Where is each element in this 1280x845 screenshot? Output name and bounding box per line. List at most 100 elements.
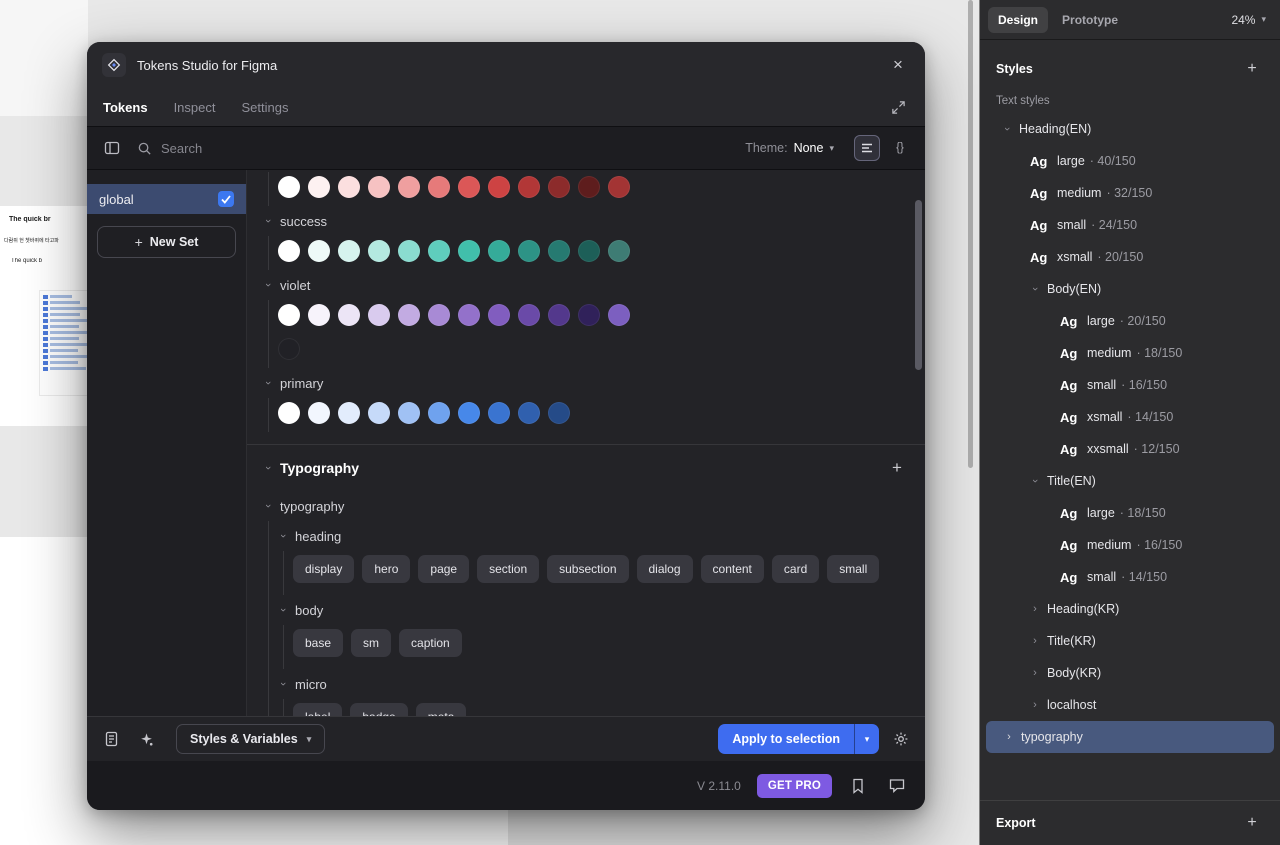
style-group-row[interactable]: › Title(EN) [980,465,1280,497]
document-icon[interactable] [98,726,124,752]
chevron-right-icon[interactable]: › [1030,603,1040,615]
color-swatch[interactable] [308,304,330,326]
token-group-header[interactable]: › success [262,206,909,236]
token-group-header[interactable]: › heading [277,521,909,551]
sparkle-icon[interactable] [133,726,159,752]
tab-inspect[interactable]: Inspect [174,100,216,115]
color-swatch[interactable] [338,240,360,262]
color-swatch[interactable] [338,304,360,326]
scrollbar[interactable] [915,200,922,370]
color-swatch[interactable] [488,240,510,262]
color-swatch[interactable] [368,176,390,198]
tab-prototype[interactable]: Prototype [1052,7,1128,33]
color-swatch[interactable] [278,176,300,198]
add-style-icon[interactable]: + [1240,57,1264,81]
token-chip[interactable]: caption [399,629,462,657]
text-style-row[interactable]: Ag medium · 32/150 [980,177,1280,209]
text-style-row[interactable]: Ag xsmall · 20/150 [980,241,1280,273]
style-group-row[interactable]: › typography [986,721,1274,753]
text-style-row[interactable]: Ag large · 18/150 [980,497,1280,529]
tab-design[interactable]: Design [988,6,1049,33]
color-swatch[interactable] [608,240,630,262]
color-swatch[interactable] [278,240,300,262]
typography-group-header[interactable]: › typography [262,491,909,521]
token-group-header[interactable]: › violet [262,270,909,300]
style-group-row[interactable]: › Title(KR) [980,625,1280,657]
add-export-icon[interactable]: + [1240,811,1264,835]
token-chip[interactable]: label [293,703,343,716]
color-swatch[interactable] [338,176,360,198]
color-swatch[interactable] [578,176,600,198]
chevron-down-icon[interactable]: › [1029,476,1041,486]
token-chip[interactable]: base [293,629,344,657]
token-chip[interactable]: hero [362,555,411,583]
color-swatch[interactable] [278,338,300,360]
color-swatch[interactable] [548,304,570,326]
chevron-down-icon[interactable]: › [1001,124,1013,134]
token-chip[interactable]: badge [350,703,408,716]
token-set-item[interactable]: global [87,184,246,214]
color-swatch[interactable] [488,176,510,198]
color-swatch[interactable] [398,240,420,262]
color-swatch[interactable] [548,176,570,198]
token-chip[interactable]: card [771,555,820,583]
color-swatch[interactable] [398,176,420,198]
token-group-header[interactable]: › body [277,595,909,625]
token-group-header[interactable]: › primary [262,368,909,398]
token-chip[interactable]: section [477,555,540,583]
tab-settings[interactable]: Settings [241,100,288,115]
chevron-right-icon[interactable]: › [1030,699,1040,711]
style-group-row[interactable]: › localhost [980,689,1280,721]
token-chip[interactable]: small [827,555,880,583]
comment-icon[interactable] [884,773,910,799]
color-swatch[interactable] [308,240,330,262]
text-style-row[interactable]: Ag medium · 18/150 [980,337,1280,369]
token-chip[interactable]: display [293,555,355,583]
color-swatch[interactable] [278,304,300,326]
color-swatch[interactable] [458,402,480,424]
color-swatch[interactable] [428,304,450,326]
color-swatch[interactable] [518,240,540,262]
color-swatch[interactable] [488,402,510,424]
close-icon[interactable]: × [886,53,910,77]
color-swatch[interactable] [608,304,630,326]
token-chip[interactable]: content [700,555,764,583]
color-swatch[interactable] [458,304,480,326]
tab-tokens[interactable]: Tokens [103,100,148,115]
chevron-down-icon[interactable]: › [1029,284,1041,294]
color-swatch[interactable] [518,304,540,326]
color-swatch[interactable] [308,176,330,198]
style-group-row[interactable]: › Body(EN) [980,273,1280,305]
text-style-row[interactable]: Ag small · 14/150 [980,561,1280,593]
color-swatch[interactable] [518,176,540,198]
chevron-down-icon[interactable]: › [262,463,274,473]
color-swatch[interactable] [578,304,600,326]
color-swatch[interactable] [458,176,480,198]
color-swatch[interactable] [518,402,540,424]
color-swatch[interactable] [488,304,510,326]
color-swatch[interactable] [428,176,450,198]
chevron-right-icon[interactable]: › [1004,731,1014,743]
search-input[interactable]: Search [137,141,733,156]
color-swatch[interactable] [458,240,480,262]
style-group-row[interactable]: › Body(KR) [980,657,1280,689]
json-view-button[interactable]: {} [887,135,913,161]
color-swatch[interactable] [368,402,390,424]
apply-options-caret[interactable]: ▾ [854,724,879,754]
color-swatch[interactable] [368,240,390,262]
style-group-row[interactable]: › Heading(KR) [980,593,1280,625]
get-pro-button[interactable]: GET PRO [756,773,832,798]
token-chip[interactable]: page [418,555,470,583]
collapse-icon[interactable] [887,96,909,118]
token-chip[interactable]: dialog [636,555,693,583]
text-style-row[interactable]: Ag large · 40/150 [980,145,1280,177]
chevron-right-icon[interactable]: › [1030,667,1040,679]
color-swatch[interactable] [398,304,420,326]
token-chip[interactable]: meta [415,703,467,716]
list-view-button[interactable] [854,135,880,161]
text-style-row[interactable]: Ag xxsmall · 12/150 [980,433,1280,465]
color-swatch[interactable] [428,240,450,262]
canvas-scrollbar[interactable] [968,0,973,468]
token-chip[interactable]: sm [351,629,392,657]
text-style-row[interactable]: Ag medium · 16/150 [980,529,1280,561]
